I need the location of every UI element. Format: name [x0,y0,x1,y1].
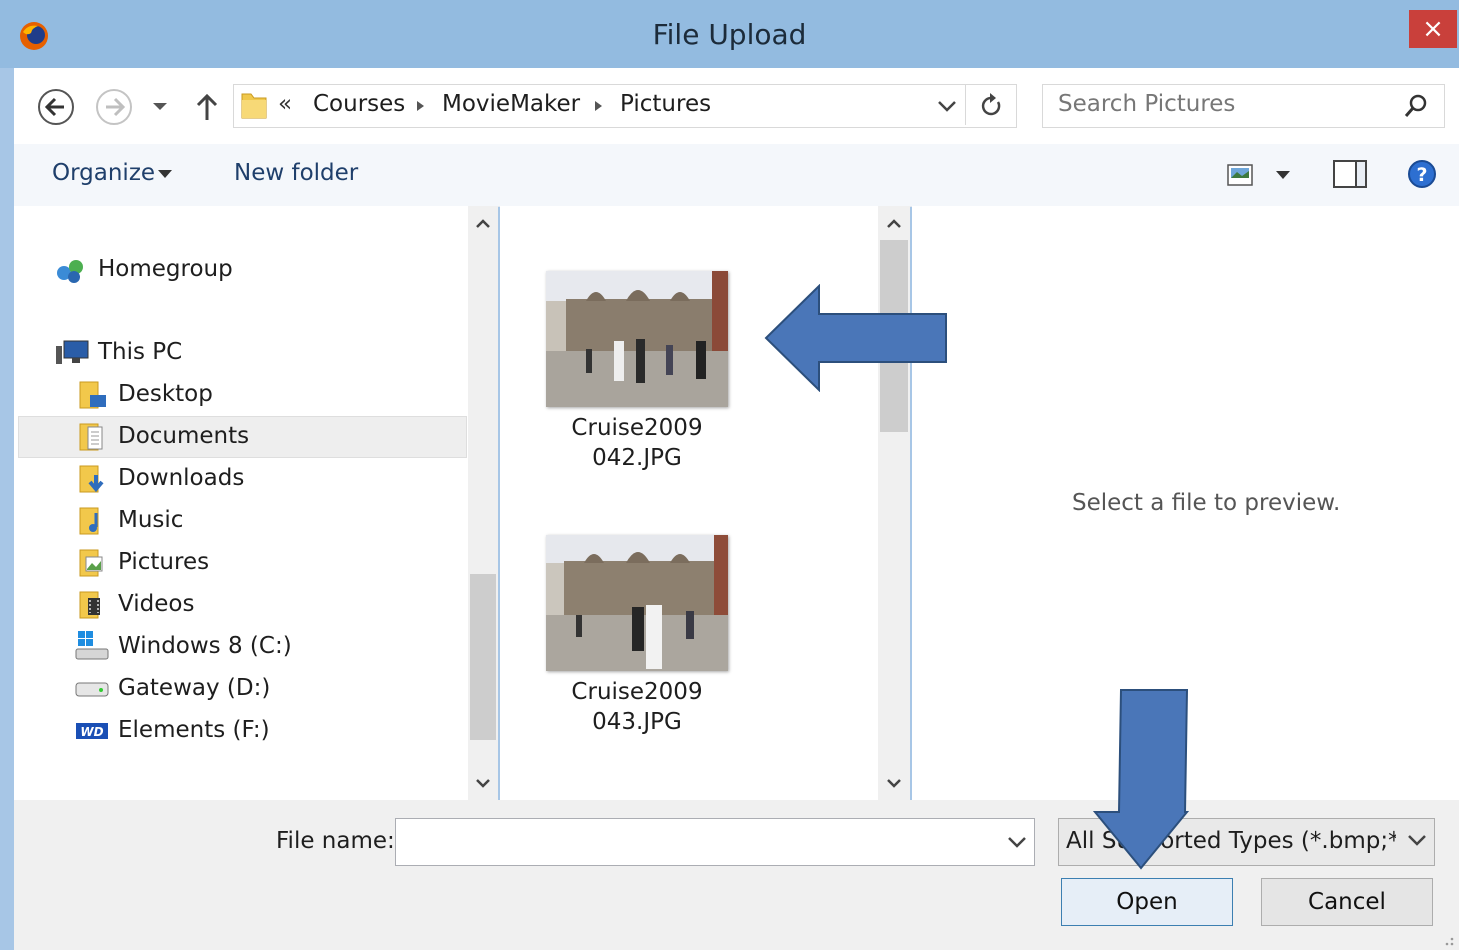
scroll-down-icon[interactable] [473,774,493,792]
sidebar-item-videos[interactable]: Videos [118,591,194,617]
breadcrumb-separator-icon[interactable] [414,99,426,113]
sidebar-item-desktop[interactable]: Desktop [118,381,213,407]
file-name-dropdown-icon[interactable] [1006,834,1028,850]
down-arrow-annotation [1093,689,1189,870]
help-icon[interactable]: ? [1406,158,1438,190]
videos-folder-icon [79,591,100,619]
file-type-dropdown-icon[interactable] [1406,832,1428,848]
navigation-pane [14,206,468,800]
change-view-icon[interactable] [1226,162,1256,188]
forward-icon[interactable] [94,87,134,127]
folder-icon [241,93,267,119]
navigation-scrollbar-thumb[interactable] [470,574,496,740]
documents-folder-icon [79,423,103,451]
downloads-folder-icon [79,465,104,493]
breadcrumb-pictures[interactable]: Pictures [620,91,711,117]
resize-grip-icon[interactable] [1436,930,1456,948]
address-dropdown-icon[interactable] [936,98,958,114]
breadcrumb-separator-icon[interactable] [592,99,604,113]
back-icon[interactable] [36,87,76,127]
search-placeholder[interactable]: Search Pictures [1058,91,1235,117]
up-arrow-icon[interactable] [194,92,220,122]
sidebar-item-windows-drive[interactable]: Windows 8 (C:) [118,633,292,659]
sidebar-item-elements-drive[interactable]: Elements (F:) [118,717,270,743]
sidebar-item-music[interactable]: Music [118,507,183,533]
preview-message: Select a file to preview. [1072,490,1341,516]
breadcrumb-moviemaker[interactable]: MovieMaker [442,91,580,117]
file-name-line2[interactable]: 042.JPG [546,445,728,471]
file-name-input[interactable] [395,818,1035,866]
refresh-icon[interactable] [978,92,1004,120]
recent-locations-icon[interactable] [150,96,170,116]
scroll-down-icon[interactable] [884,774,904,792]
svg-text:?: ? [1416,164,1427,186]
breadcrumb-courses[interactable]: Courses [313,91,405,117]
breadcrumb-overflow[interactable]: « [278,91,292,117]
search-icon[interactable] [1403,92,1429,120]
scroll-up-icon[interactable] [473,215,493,233]
thumbnail-cruise2009-042[interactable] [546,271,728,407]
file-name-line2[interactable]: 043.JPG [546,709,728,735]
sidebar-item-this-pc[interactable]: This PC [98,339,182,365]
desktop-folder-icon [79,381,106,409]
organize-button[interactable]: Organize [52,160,155,186]
music-folder-icon [79,507,99,535]
svg-text:WD: WD [80,725,103,739]
scroll-up-icon[interactable] [884,215,904,233]
sidebar-item-gateway-drive[interactable]: Gateway (D:) [118,675,270,701]
close-button[interactable]: × [1409,10,1457,48]
pictures-folder-icon [79,549,103,577]
left-arrow-annotation [764,284,947,392]
sidebar-item-documents[interactable]: Documents [118,423,249,449]
new-folder-button[interactable]: New folder [234,160,358,186]
wd-drive-icon: WD [76,723,108,739]
sidebar-item-pictures[interactable]: Pictures [118,549,209,575]
sidebar-item-homegroup[interactable]: Homegroup [98,256,233,282]
hard-drive-icon [75,682,109,697]
open-button[interactable]: Open [1061,878,1233,926]
homegroup-icon [57,260,83,283]
window-title: File Upload [652,18,807,51]
this-pc-icon [56,340,89,364]
view-dropdown-icon[interactable] [1272,166,1294,184]
address-divider [965,85,966,125]
thumbnail-cruise2009-043[interactable] [546,535,728,671]
cancel-button[interactable]: Cancel [1261,878,1433,926]
file-name-line1[interactable]: Cruise2009 [546,679,728,705]
windows-drive-icon [75,631,109,660]
file-name-line1[interactable]: Cruise2009 [546,415,728,441]
preview-pane-icon[interactable] [1332,158,1368,190]
sidebar-item-downloads[interactable]: Downloads [118,465,244,491]
organize-dropdown-icon[interactable] [155,166,175,182]
file-name-label: File name: [276,828,395,854]
